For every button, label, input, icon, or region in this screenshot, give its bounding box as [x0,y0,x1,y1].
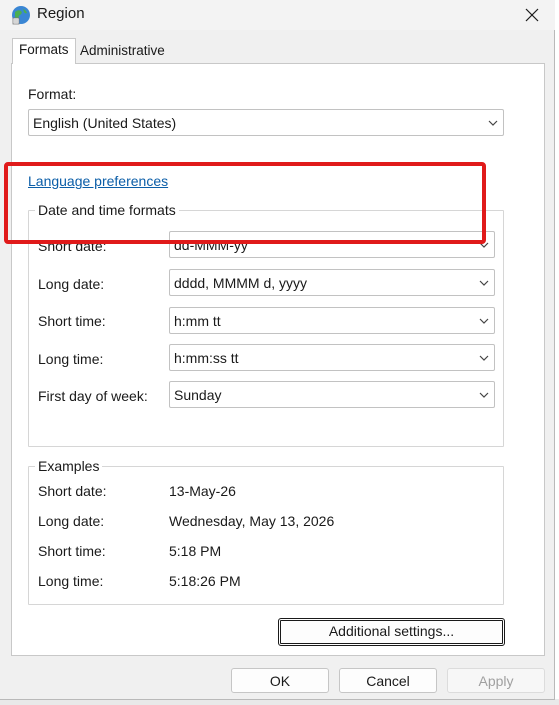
format-select[interactable]: English (United States) [28,109,504,136]
globe-region-icon [12,6,30,25]
example-long-time-label: Long time: [38,573,104,589]
chevron-down-icon [479,392,489,398]
highlight-annotation [4,162,486,244]
apply-button[interactable]: Apply [447,668,545,693]
example-long-time-value: 5:18:26 PM [169,573,241,589]
long-time-value: h:mm:ss tt [174,350,239,366]
example-long-date-label: Long date: [38,513,105,529]
background-window-edge [555,0,559,705]
first-day-of-week-label: First day of week: [38,388,148,404]
format-label: Format: [28,86,77,102]
long-time-label: Long time: [38,351,104,367]
first-day-of-week-value: Sunday [174,387,222,403]
close-button[interactable] [509,0,555,30]
long-date-value: dddd, MMMM d, yyyy [174,275,308,291]
format-value: English (United States) [33,115,177,131]
ok-button[interactable]: OK [231,668,329,693]
short-time-select[interactable]: h:mm tt [169,307,495,334]
short-time-value: h:mm tt [174,313,221,329]
close-icon [525,8,539,22]
example-long-date-value: Wednesday, May 13, 2026 [169,513,335,529]
long-date-label: Long date: [38,276,105,292]
window-title: Region [37,5,85,22]
title-bar: Region [0,0,555,30]
long-time-select[interactable]: h:mm:ss tt [169,344,495,371]
short-time-label: Short time: [38,313,106,329]
chevron-down-icon [479,280,489,286]
chevron-down-icon [488,120,498,126]
example-short-time-label: Short time: [38,543,106,559]
region-dialog: Region Formats Administrative Format: En… [0,0,555,700]
first-day-of-week-select[interactable]: Sunday [169,381,495,408]
cancel-button[interactable]: Cancel [339,668,437,693]
long-date-select[interactable]: dddd, MMMM d, yyyy [169,269,495,296]
additional-settings-button[interactable]: Additional settings... [278,618,505,646]
examples-title: Examples [35,458,103,474]
example-short-date-value: 13-May-26 [169,483,236,499]
formats-panel: Format: English (United States) Language… [4,63,545,656]
chevron-down-icon [479,355,489,361]
tab-formats[interactable]: Formats [12,38,76,64]
chevron-down-icon [479,318,489,324]
example-short-time-value: 5:18 PM [169,543,222,559]
tab-administrative[interactable]: Administrative [74,40,166,64]
example-short-date-label: Short date: [38,483,107,499]
